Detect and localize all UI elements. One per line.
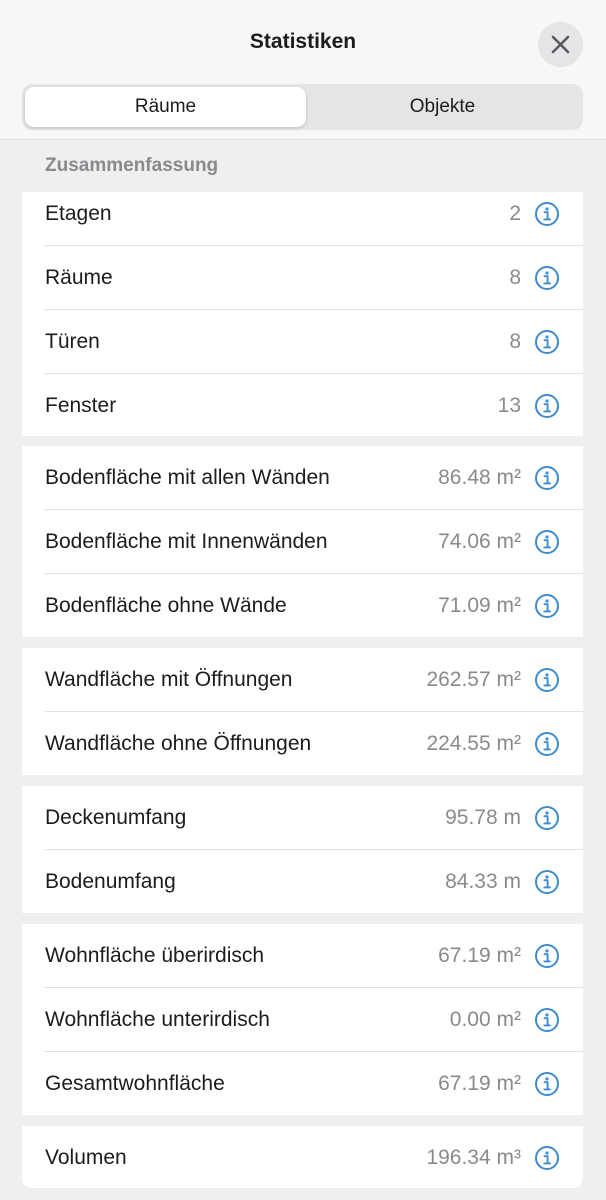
info-icon[interactable]	[534, 265, 560, 291]
header: Statistiken Räume Objekte	[0, 0, 606, 140]
stat-value: 196.34 m³	[426, 1146, 521, 1169]
stat-label: Türen	[45, 330, 100, 353]
stat-label: Räume	[45, 266, 113, 289]
stat-value: 262.57 m²	[426, 668, 521, 691]
stat-label: Wandfläche mit Öffnungen	[45, 668, 293, 691]
stat-group: Etagen 2 Räume 8 Türen 8 Fenster 13	[22, 192, 583, 436]
stat-label: Deckenumfang	[45, 806, 187, 829]
stat-row: Wohnfläche unterirdisch 0.00 m²	[22, 988, 583, 1052]
stat-value: 8	[509, 266, 521, 289]
section-header: Zusammenfassung	[45, 155, 219, 176]
info-icon[interactable]	[534, 593, 560, 619]
stat-value: 67.19 m²	[438, 1072, 521, 1095]
info-icon[interactable]	[534, 465, 560, 491]
page-title: Statistiken	[249, 30, 357, 53]
stat-label: Fenster	[45, 394, 117, 417]
segmented-control: Räume Objekte	[22, 84, 583, 130]
stat-row: Wandfläche ohne Öffnungen 224.55 m²	[22, 712, 583, 776]
stat-row: Räume 8	[22, 246, 583, 310]
stat-value: 74.06 m²	[438, 530, 521, 553]
stat-value: 71.09 m²	[438, 594, 521, 617]
stat-label: Bodenumfang	[45, 870, 176, 893]
stat-group: Wandfläche mit Öffnungen 262.57 m² Wandflä…	[22, 648, 583, 775]
stat-label: Bodenfläche mit Innenwänden	[45, 530, 328, 553]
stat-group: Volumen 196.34 m³	[22, 1126, 583, 1188]
stat-label: Wohnfläche überirdisch	[45, 944, 265, 967]
stat-row: Etagen 2	[22, 182, 583, 246]
info-icon[interactable]	[534, 329, 560, 355]
stat-label: Wandfläche ohne Öffnungen	[45, 732, 312, 755]
stat-label: Wohnfläche unterirdisch	[45, 1008, 270, 1031]
stat-label: Etagen	[45, 202, 112, 225]
stat-row: Bodenumfang 84.33 m	[22, 850, 583, 914]
stat-row: Türen 8	[22, 310, 583, 374]
info-icon[interactable]	[534, 201, 560, 227]
stat-row: Bodenfläche ohne Wände 71.09 m²	[22, 574, 583, 638]
info-icon[interactable]	[534, 943, 560, 969]
stat-row: Gesamtwohnfläche 67.19 m²	[22, 1052, 583, 1116]
stat-value: 2	[509, 202, 521, 225]
info-icon[interactable]	[534, 529, 560, 555]
stat-value: 84.33 m	[445, 870, 521, 893]
stat-label: Gesamtwohnfläche	[45, 1072, 225, 1095]
info-icon[interactable]	[534, 731, 560, 757]
tab-raeume[interactable]: Räume	[25, 87, 306, 127]
info-icon[interactable]	[534, 667, 560, 693]
stat-label: Bodenfläche ohne Wände	[45, 594, 287, 617]
stat-group: Wohnfläche überirdisch 67.19 m² Wohnfläche…	[22, 924, 583, 1115]
stat-value: 224.55 m²	[426, 732, 521, 755]
info-icon[interactable]	[534, 1007, 560, 1033]
info-icon[interactable]	[534, 869, 560, 895]
info-icon[interactable]	[534, 1145, 560, 1171]
stat-value: 0.00 m²	[449, 1008, 521, 1031]
stat-row: Bodenfläche mit allen Wänden 86.48 m²	[22, 446, 583, 510]
stat-row: Deckenumfang 95.78 m	[22, 786, 583, 850]
close-button[interactable]	[538, 22, 583, 67]
stat-label: Volumen	[45, 1146, 127, 1169]
stat-row: Wandfläche mit Öffnungen 262.57 m²	[22, 648, 583, 712]
tab-objekte[interactable]: Objekte	[302, 87, 583, 127]
stat-row: Volumen 196.34 m³	[22, 1126, 583, 1190]
info-icon[interactable]	[534, 393, 560, 419]
stat-group: Deckenumfang 95.78 m Bodenumfang 84.33 m	[22, 786, 583, 913]
info-icon[interactable]	[534, 805, 560, 831]
stat-label: Bodenfläche mit allen Wänden	[45, 466, 330, 489]
info-icon[interactable]	[534, 1071, 560, 1097]
close-icon	[551, 35, 570, 54]
stat-value: 95.78 m	[445, 806, 521, 829]
stat-row: Fenster 13	[22, 374, 583, 438]
stat-value: 13	[497, 394, 521, 417]
stat-value: 8	[509, 330, 521, 353]
stat-group: Bodenfläche mit allen Wänden 86.48 m² Bode…	[22, 446, 583, 637]
stat-value: 67.19 m²	[438, 944, 521, 967]
stat-value: 86.48 m²	[438, 466, 521, 489]
stat-row: Bodenfläche mit Innenwänden 74.06 m²	[22, 510, 583, 574]
stat-row: Wohnfläche überirdisch 67.19 m²	[22, 924, 583, 988]
